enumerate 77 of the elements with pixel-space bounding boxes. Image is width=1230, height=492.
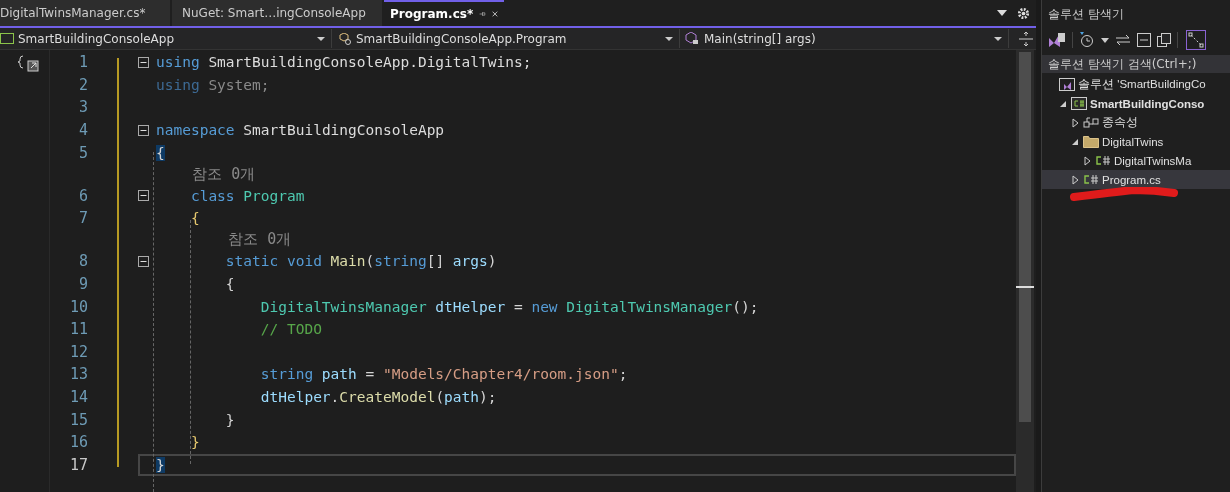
line-number: 1	[77, 53, 88, 72]
line-number: 8	[77, 252, 88, 271]
line-number: 4	[77, 121, 88, 140]
line-number: 14	[68, 388, 88, 406]
code-line: // TODO	[259, 321, 322, 338]
line-number: 16	[68, 433, 88, 452]
expanded-arrow-icon[interactable]	[1059, 99, 1067, 108]
code-line: DigitalTwinsManager dtHelper = new DigitalTwinsManager();	[259, 298, 759, 315]
collapse-icon[interactable]	[138, 190, 149, 202]
document-tab[interactable]: NuGet: Smart…ingConsoleApp	[172, 0, 382, 26]
pin-icon[interactable]	[479, 9, 487, 19]
code-line: using System;	[156, 76, 270, 93]
tree-item-label: SmartBuildingConso	[1090, 97, 1205, 110]
dropdown-icon[interactable]	[997, 10, 1007, 16]
method-icon	[684, 32, 700, 45]
class-dropdown[interactable]: SmartBuildingConsoleApp.Program	[332, 29, 680, 48]
code-block-icon[interactable]	[18, 54, 40, 72]
line-number: 11	[68, 320, 88, 339]
line-number: 15	[68, 410, 88, 429]
line-number: 2	[77, 75, 88, 94]
search-field[interactable]: 솔루션 탐색기 검색(Ctrl+;)	[1042, 55, 1230, 73]
collapsed-arrow-icon[interactable]	[1083, 155, 1091, 166]
settings-icon[interactable]	[1017, 6, 1030, 20]
csharp-project-icon	[0, 33, 14, 44]
solution-icon	[1059, 77, 1075, 92]
code-line: }	[224, 411, 235, 428]
code-line: class Program	[189, 187, 305, 204]
collapse-all-icon[interactable]	[1137, 33, 1151, 47]
line-number: 5	[77, 143, 88, 162]
document-tab[interactable]: DigitalTwinsManager.cs*	[0, 0, 170, 26]
line-number: 9	[77, 275, 88, 294]
collapse-icon[interactable]	[138, 124, 149, 136]
sync-icon[interactable]	[1115, 34, 1131, 46]
code-line: namespace SmartBuildingConsoleApp	[156, 122, 445, 139]
folder-icon	[1083, 135, 1099, 148]
tree-item-label: Program.cs	[1102, 173, 1161, 186]
tree-item-label: 종속성	[1102, 115, 1138, 130]
expanded-arrow-icon[interactable]	[1071, 137, 1079, 146]
collapsed-arrow-icon[interactable]	[1071, 174, 1079, 185]
scrollbar-thumb[interactable]	[1019, 52, 1031, 422]
tree-item-label: DigitalTwinsMa	[1114, 154, 1192, 167]
code-line: string path = "Models/Chapter4/room.json";	[259, 366, 628, 383]
hierarchy-icon[interactable]	[1186, 30, 1206, 50]
code-line: using SmartBuildingConsoleApp.DigitalTwins;	[156, 54, 532, 71]
dropdown-icon[interactable]	[1101, 37, 1109, 43]
code-line: }	[189, 434, 200, 451]
csharp-project-icon	[1071, 97, 1087, 110]
line-number: 7	[77, 209, 88, 228]
line-number: 3	[77, 98, 88, 117]
class-icon	[338, 32, 352, 45]
close-icon[interactable]	[492, 9, 498, 19]
member-dropdown[interactable]: Main(string[] args)	[680, 29, 1009, 48]
panel-title: 솔루션 탐색기	[1047, 6, 1125, 23]
csharp-file-icon	[1095, 155, 1111, 166]
collapse-icon[interactable]	[138, 255, 149, 267]
project-dropdown[interactable]: SmartBuildingConsoleApp	[0, 29, 332, 48]
tree-item-label: DigitalTwins	[1102, 135, 1164, 148]
collapsed-arrow-icon[interactable]	[1071, 117, 1079, 128]
line-number: 13	[68, 365, 88, 384]
line-number: 17	[68, 455, 88, 474]
code-line: static void Main(string[] args)	[224, 253, 497, 270]
code-line: dtHelper.CreateModel(path);	[259, 389, 497, 405]
line-number: 6	[77, 186, 88, 205]
tree-item-label: 솔루션 'SmartBuildingCo	[1078, 77, 1206, 92]
code-line: {	[189, 210, 200, 227]
line-number: 12	[68, 342, 88, 361]
csharp-file-icon	[1083, 174, 1099, 185]
code-lens[interactable]: 참조 0개	[156, 230, 292, 250]
vs-home-icon[interactable]	[1048, 32, 1066, 48]
line-number: 10	[68, 297, 88, 316]
split-icon[interactable]	[1019, 31, 1033, 46]
collapse-icon[interactable]	[138, 56, 149, 68]
code-lens[interactable]: 참조 0개	[156, 164, 256, 184]
dependencies-icon	[1083, 116, 1099, 129]
history-icon[interactable]	[1079, 32, 1095, 48]
code-line: {	[224, 276, 235, 293]
copy-icon[interactable]	[1157, 33, 1171, 47]
